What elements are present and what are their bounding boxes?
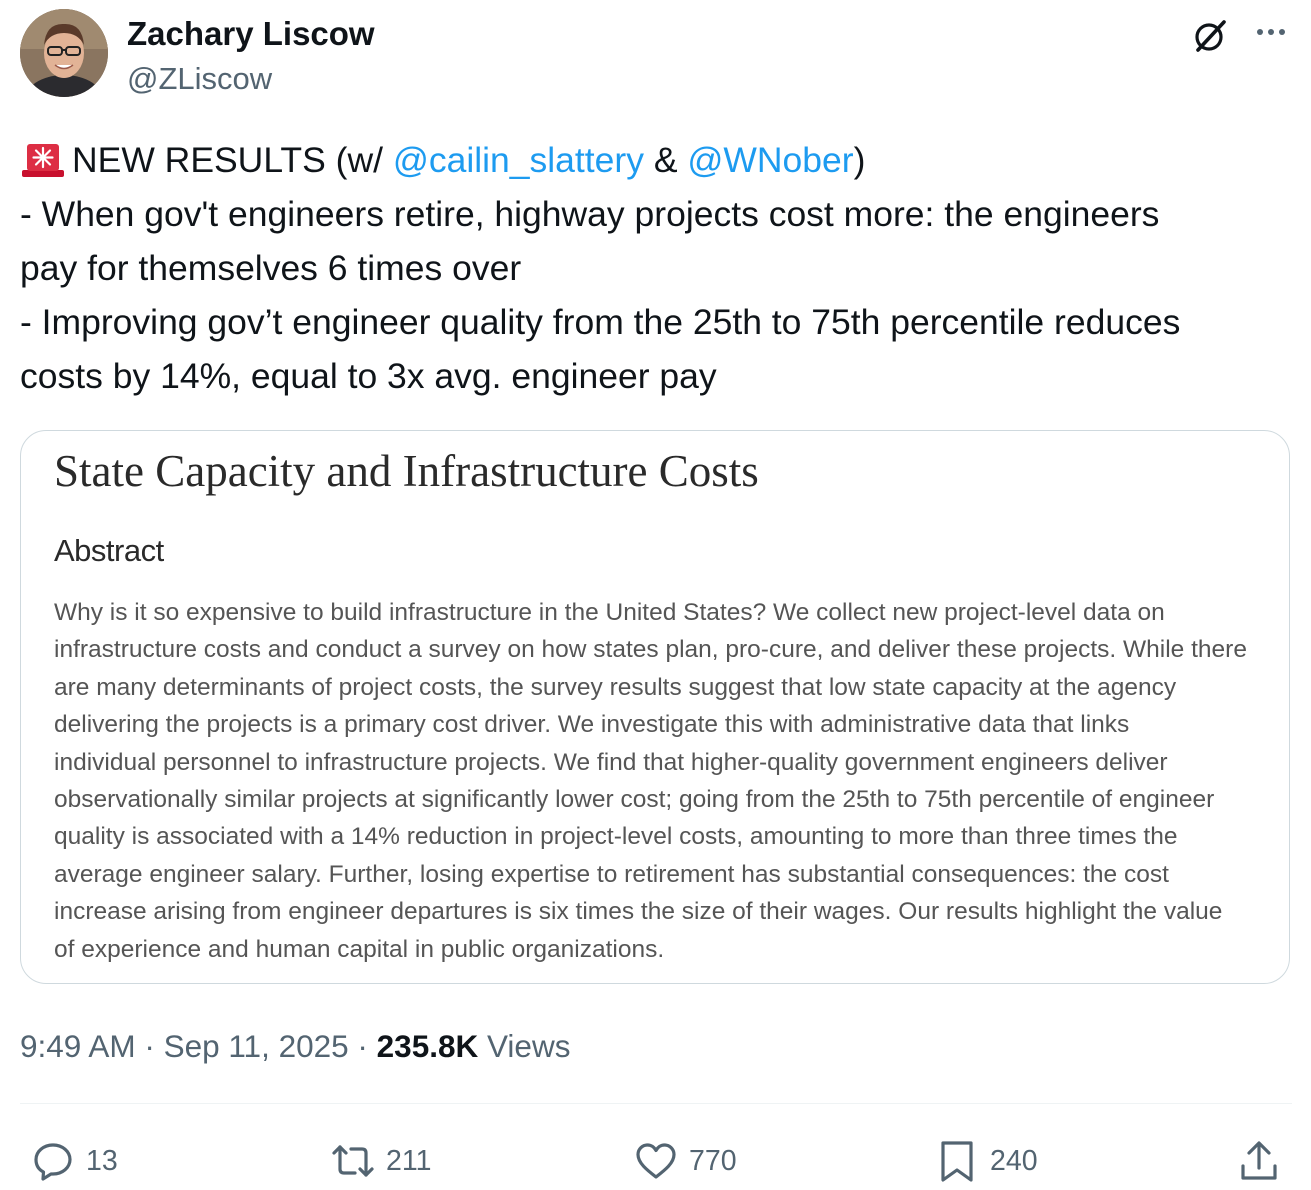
abstract-line: infrastructure costs and conduct a surve… — [54, 636, 1247, 664]
grok-icon[interactable] — [1192, 18, 1228, 54]
mention-wnober[interactable]: @WNober — [687, 140, 853, 180]
divider — [20, 1103, 1292, 1104]
avatar[interactable] — [20, 9, 108, 97]
author-display-name[interactable]: Zachary Liscow — [127, 14, 375, 54]
more-icon[interactable] — [1252, 18, 1290, 54]
retweet-count: 211 — [386, 1145, 432, 1177]
tweet-line-5: costs by 14%, equal to 3x avg. engineer … — [20, 356, 717, 396]
share-button[interactable] — [1236, 1138, 1282, 1184]
tweet-meta: 9:49 AM · Sep 11, 2025 · 235.8K Views — [20, 1026, 570, 1066]
abstract-line: observationally similar projects at sign… — [54, 785, 1215, 813]
reply-icon — [34, 1143, 72, 1181]
heart-icon — [636, 1143, 676, 1179]
tweet-line-3: pay for themselves 6 times over — [20, 248, 522, 288]
tweet-text-middle: & — [643, 140, 688, 180]
tweet-text-prefix: NEW RESULTS (w/ — [72, 140, 393, 180]
reply-button[interactable]: 13 — [30, 1138, 118, 1184]
tweet-date[interactable]: Sep 11, 2025 — [164, 1028, 349, 1064]
tweet-line-2: - When gov't engineers retire, highway p… — [20, 194, 1160, 234]
abstract-line: are many determinants of project costs, … — [54, 673, 1177, 701]
views-count: 235.8K — [376, 1028, 479, 1064]
abstract-line: delivering the projects is a primary cos… — [54, 711, 1130, 739]
abstract-line: of experience and human capital in publi… — [54, 935, 665, 963]
meta-separator: · — [135, 1028, 164, 1064]
abstract-body: Why is it so expensive to build infrastr… — [54, 594, 1286, 968]
tweet-text-suffix: ) — [853, 140, 866, 180]
abstract-line: Why is it so expensive to build infrastr… — [54, 599, 1165, 626]
meta-separator: · — [348, 1028, 377, 1064]
abstract-line: increase arising from engineer departure… — [54, 898, 1223, 926]
share-icon — [1241, 1141, 1277, 1180]
like-button[interactable]: 770 — [633, 1138, 737, 1184]
tweet-line-1: NEW RESULTS (w/ @cailin_slattery & @WNob… — [20, 133, 1305, 187]
like-count: 770 — [689, 1145, 737, 1177]
reply-count: 13 — [86, 1145, 118, 1177]
tweet-time[interactable]: 9:49 AM — [20, 1028, 136, 1064]
abstract-heading: Abstract — [54, 533, 164, 568]
abstract-line: individual personnel to infrastructure p… — [54, 748, 1168, 776]
mention-cailin-slattery[interactable]: @cailin_slattery — [393, 140, 644, 180]
author-handle[interactable]: @ZLiscow — [127, 60, 272, 98]
siren-icon — [20, 139, 66, 177]
bookmark-count: 240 — [990, 1145, 1038, 1177]
tweet-line-4: - Improving gov’t engineer quality from … — [20, 302, 1181, 342]
bookmark-icon — [941, 1141, 973, 1182]
retweet-button[interactable]: 211 — [330, 1138, 431, 1184]
attached-image-card[interactable]: State Capacity and Infrastructure Costs … — [20, 430, 1290, 984]
views-label: Views — [478, 1028, 571, 1064]
bookmark-button[interactable]: 240 — [934, 1138, 1038, 1184]
tweet-text: NEW RESULTS (w/ @cailin_slattery & @WNob… — [20, 133, 1305, 403]
abstract-line: quality is associated with a 14% reducti… — [54, 823, 1178, 851]
paper-title: State Capacity and Infrastructure Costs — [54, 446, 759, 496]
retweet-icon — [332, 1145, 374, 1177]
abstract-line: average engineer salary. Further, losing… — [54, 860, 1169, 888]
